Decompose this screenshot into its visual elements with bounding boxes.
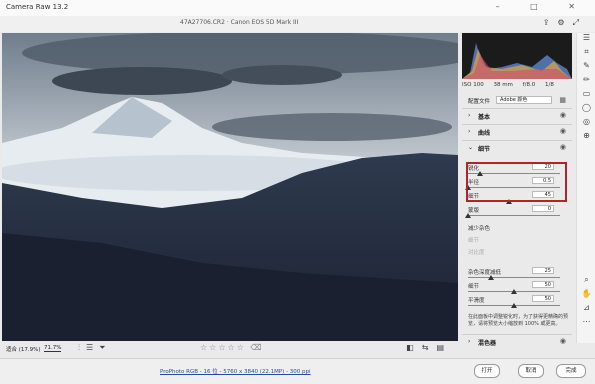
color-noise-label: 杂色深度减低 [468, 270, 502, 276]
chevron-right-icon: › [468, 338, 471, 345]
export-icon[interactable]: ⇪ [543, 18, 558, 27]
hand-icon[interactable]: ✋ [577, 289, 595, 303]
filmstrip-icon[interactable]: ⫶ [78, 343, 86, 352]
chevron-right-icon: › [468, 112, 471, 119]
grid-icon[interactable]: ▦ [559, 96, 566, 104]
expand-icon[interactable]: ⤢ [573, 18, 587, 27]
eye-icon[interactable]: ◉ [560, 143, 566, 151]
chevron-down-icon: ⌄ [468, 144, 474, 151]
iso-value: ISO 100 [462, 82, 484, 88]
section-basic[interactable]: › 基本 ◉ [462, 108, 572, 123]
section-color-mixer-label: 混色器 [478, 340, 497, 347]
cancel-button[interactable]: 取消 [518, 364, 544, 378]
focal-value: 38 mm [493, 82, 513, 88]
section-color-mixer[interactable]: › 混色器 ◉ [462, 334, 572, 349]
workflow-options-link[interactable]: ProPhoto RGB - 16 位 - 5760 x 3840 (22.1M… [160, 367, 311, 375]
brush-icon[interactable]: ✏ [577, 75, 595, 89]
radial-icon[interactable]: ◯ [577, 103, 595, 117]
toggle-icon[interactable]: ⇆ [422, 343, 437, 352]
cn-smooth-label: 平滑度 [468, 298, 485, 304]
crop-icon[interactable]: ⌗ [577, 47, 595, 61]
shutter-value: 1/8 [544, 82, 554, 88]
open-button[interactable]: 打开 [474, 364, 500, 378]
redeye-icon[interactable]: ◎ [577, 117, 595, 131]
filter-icon[interactable]: ⏷ [99, 343, 111, 352]
settings-icon[interactable]: ▤ [436, 343, 452, 352]
mask-value[interactable]: 0 [532, 205, 554, 212]
top-toolbar: 47A27706.CR2 · Canon EOS 5D Mark III ⇪⚙⤢ [0, 16, 595, 32]
bottom-bar: 适合 (17.9%) 71.7% ⫶☰⏷ ☆☆☆☆☆ ⌫ ◧⇆▤ [0, 341, 458, 357]
cn-detail-label: 细节 [468, 284, 480, 290]
color-noise-value[interactable]: 25 [532, 267, 554, 274]
cn-detail-thumb[interactable] [511, 289, 517, 294]
cn-smooth-thumb[interactable] [511, 303, 517, 308]
edit-icon[interactable]: ☰ [577, 33, 595, 47]
slider-cn-smooth[interactable]: 平滑度 50 [462, 295, 572, 312]
section-detail[interactable]: ⌄ 细节 ◉ [462, 140, 572, 155]
section-curve-label: 曲线 [478, 130, 491, 137]
aperture-value: f/8.0 [522, 82, 536, 88]
chevron-right-icon: › [468, 128, 471, 135]
app-title: Camera Raw 13.2 [6, 3, 69, 11]
photo-preview[interactable] [2, 33, 458, 341]
gradient-icon[interactable]: ▭ [577, 89, 595, 103]
nr-detail-label: 细节 [468, 238, 480, 244]
footer-bar: ProPhoto RGB - 16 位 - 5760 x 3840 (22.1M… [0, 358, 595, 384]
sort-icon[interactable]: ☰ [86, 343, 99, 352]
title-bar: Camera Raw 13.2 – □ ✕ [0, 0, 595, 17]
tool-rail: ☰ ⌗ ✎ ✏ ▭ ◯ ◎ ⊕ ⌕ ✋ ⊿ ⋯ [576, 33, 595, 343]
more-icon[interactable]: ⋯ [577, 317, 595, 331]
before-after-icon[interactable]: ◧ [406, 343, 422, 352]
section-basic-label: 基本 [478, 114, 491, 121]
gear-icon[interactable]: ⚙ [557, 18, 572, 27]
cn-smooth-value[interactable]: 50 [532, 295, 554, 302]
edit-panel: › 基本 ◉ › 曲线 ◉ ⌄ 细节 ◉ 锐化 20 半径 0.5 细节 45 … [462, 108, 572, 348]
eyedropper-icon[interactable]: ⊿ [577, 303, 595, 317]
help-text: 在此面板中调整锐化时，为了获得更精确的预览，请将预览大小缩放到 100% 或更高… [468, 314, 569, 327]
window-controls[interactable]: – □ ✕ [496, 2, 589, 11]
file-info: 47A27706.CR2 · Canon EOS 5D Mark III [180, 19, 299, 26]
zoom-icon[interactable]: ⌕ [577, 275, 595, 289]
exif-info: ISO 100 38 mm f/8.0 1/8 [462, 82, 572, 92]
rating-stars[interactable]: ☆☆☆☆☆ ⌫ [200, 343, 264, 352]
zoom-value[interactable]: 71.7% [44, 345, 62, 352]
zoom-fit[interactable]: 适合 (17.9%) [6, 345, 41, 353]
compare-icons[interactable]: ◧⇆▤ [406, 343, 452, 352]
highlight-box [466, 162, 567, 202]
section-detail-label: 细节 [478, 146, 491, 153]
cn-detail-value[interactable]: 50 [532, 281, 554, 288]
section-curve[interactable]: › 曲线 ◉ [462, 124, 572, 139]
profile-row: 配置文件 Adobe 颜色 ▦ [462, 96, 572, 106]
profile-select[interactable]: Adobe 颜色 [496, 96, 552, 104]
done-button[interactable]: 完成 [556, 364, 586, 378]
nr-contrast-label: 对比度 [468, 250, 485, 256]
view-icons[interactable]: ⫶☰⏷ [78, 343, 112, 353]
top-icons[interactable]: ⇪⚙⤢ [543, 18, 587, 28]
eye-icon[interactable]: ◉ [560, 111, 566, 119]
presets-icon[interactable]: ⊕ [577, 131, 595, 145]
profile-label: 配置文件 [468, 99, 491, 105]
slider-mask[interactable]: 蒙版 0 [462, 205, 572, 222]
eye-icon[interactable]: ◉ [560, 127, 566, 135]
eye-icon[interactable]: ◉ [560, 337, 566, 345]
mask-thumb[interactable] [465, 213, 471, 218]
heal-icon[interactable]: ✎ [577, 61, 595, 75]
noise-reduction-label: 减少杂色 [468, 226, 491, 232]
color-noise-thumb[interactable] [488, 275, 494, 280]
histogram [462, 33, 572, 79]
